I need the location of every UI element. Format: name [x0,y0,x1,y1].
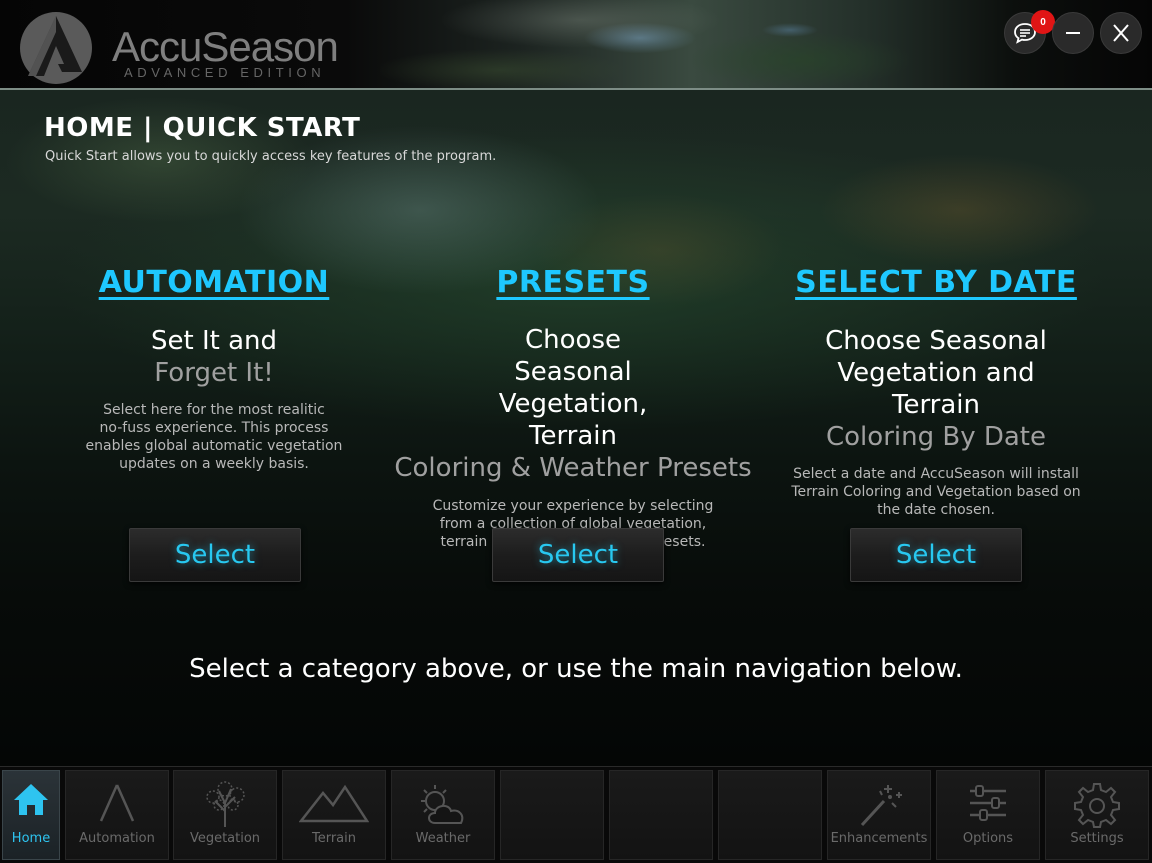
presets-section: PRESETS Choose Seasonal Vegetation, Terr… [393,266,753,551]
presets-link[interactable]: PRESETS [393,266,753,300]
close-icon [1113,24,1129,42]
nav-icon-wrap [828,781,930,829]
weather-icon [421,785,464,824]
nav-icon-wrap [3,781,59,817]
nav-label: Weather [415,831,471,846]
page-title: HOME | QUICK START [44,113,361,143]
automation-heading-bright: Set It and [150,326,277,356]
desc-line: Select a date and AccuSeason will instal… [793,466,1079,482]
date-heading-bright: Choose Seasonal Vegetation and Terrain [825,326,1047,420]
nav-empty-slot [609,770,713,860]
gear-icon [1074,783,1120,828]
desc-line: Customize your experience by selecting [432,498,714,514]
date-select-button[interactable]: Select [850,528,1022,582]
nav-icon-wrap [1046,781,1148,829]
nav-automation[interactable]: Automation [65,770,169,860]
desc-line: Select here for the most realitic [103,402,325,418]
presets-heading-bright: Choose Seasonal Vegetation, Terrain [498,325,648,451]
nav-icon-wrap [937,781,1039,825]
desc-line: no-fuss experience. This process [99,420,329,436]
home-icon [14,784,48,815]
presets-heading-dim: Coloring & Weather Presets [394,453,752,483]
nav-weather[interactable]: Weather [391,770,495,860]
automation-icon [99,784,135,822]
nav-label: Terrain [311,831,356,846]
nav-icon-wrap [66,781,168,825]
automation-select-button[interactable]: Select [129,528,301,582]
nav-label: Vegetation [189,831,261,846]
magic-wand-icon [860,785,902,827]
select-by-date-section: SELECT BY DATE Choose Seasonal Vegetatio… [776,266,1096,519]
automation-heading: Set It and Forget It! [64,325,364,389]
nav-label: Enhancements [830,831,928,846]
presets-select-button[interactable]: Select [492,528,664,582]
mountain-icon [299,784,369,823]
minimize-button[interactable] [1052,12,1094,54]
automation-link[interactable]: AUTOMATION [64,266,364,300]
navigation-hint: Select a category above, or use the main… [189,654,963,684]
app-header: AccuSeason ADVANCED EDITION 0 [0,0,1152,88]
main-content: HOME | QUICK START Quick Start allows yo… [0,90,1152,766]
desc-line: enables global automatic vegetation [85,438,343,454]
app-logo: AccuSeason ADVANCED EDITION [18,8,339,84]
desc-line: Terrain Coloring and Vegetation based on [791,484,1081,500]
nav-icon-wrap [174,781,276,829]
nav-vegetation[interactable]: Vegetation [173,770,277,860]
logo-subtitle: ADVANCED EDITION [124,65,326,80]
presets-heading: Choose Seasonal Vegetation, Terrain [393,324,753,452]
date-heading: Choose Seasonal Vegetation and Terrain C… [776,325,1096,453]
minimize-icon [1066,32,1080,34]
automation-description: Select here for the most realitic no-fus… [64,401,364,473]
desc-line: the date chosen. [877,502,995,518]
nav-enhancements[interactable]: Enhancements [827,770,931,860]
header-banner-image [380,0,940,88]
presets-heading-dim-wrap: Coloring & Weather Presets [393,452,753,484]
nav-empty-slot [500,770,604,860]
automation-heading-dim: Forget It! [154,358,274,388]
nav-settings[interactable]: Settings [1045,770,1149,860]
nav-icon-wrap [283,781,385,825]
nav-icon-wrap [392,781,494,829]
nav-label: Settings [1070,831,1124,846]
tree-icon [206,781,245,827]
nav-label: Automation [79,831,155,846]
nav-label: Options [962,831,1014,846]
sliders-icon [970,785,1006,821]
logo-mark-icon [20,12,92,84]
nav-label: Home [11,831,51,846]
nav-terrain[interactable]: Terrain [282,770,386,860]
date-description: Select a date and AccuSeason will instal… [776,465,1096,519]
page-subtitle: Quick Start allows you to quickly access… [45,149,497,164]
date-heading-dim: Coloring By Date [826,422,1046,452]
logo-name: AccuSeason [112,23,339,70]
main-navigation: Home Automation Vegetation Terrain Weath… [0,766,1152,863]
desc-line: updates on a weekly basis. [119,456,309,472]
nav-empty-slot [718,770,822,860]
nav-options[interactable]: Options [936,770,1040,860]
automation-section: AUTOMATION Set It and Forget It! Select … [64,266,364,473]
close-button[interactable] [1100,12,1142,54]
nav-home[interactable]: Home [2,770,60,860]
select-by-date-link[interactable]: SELECT BY DATE [776,266,1096,300]
